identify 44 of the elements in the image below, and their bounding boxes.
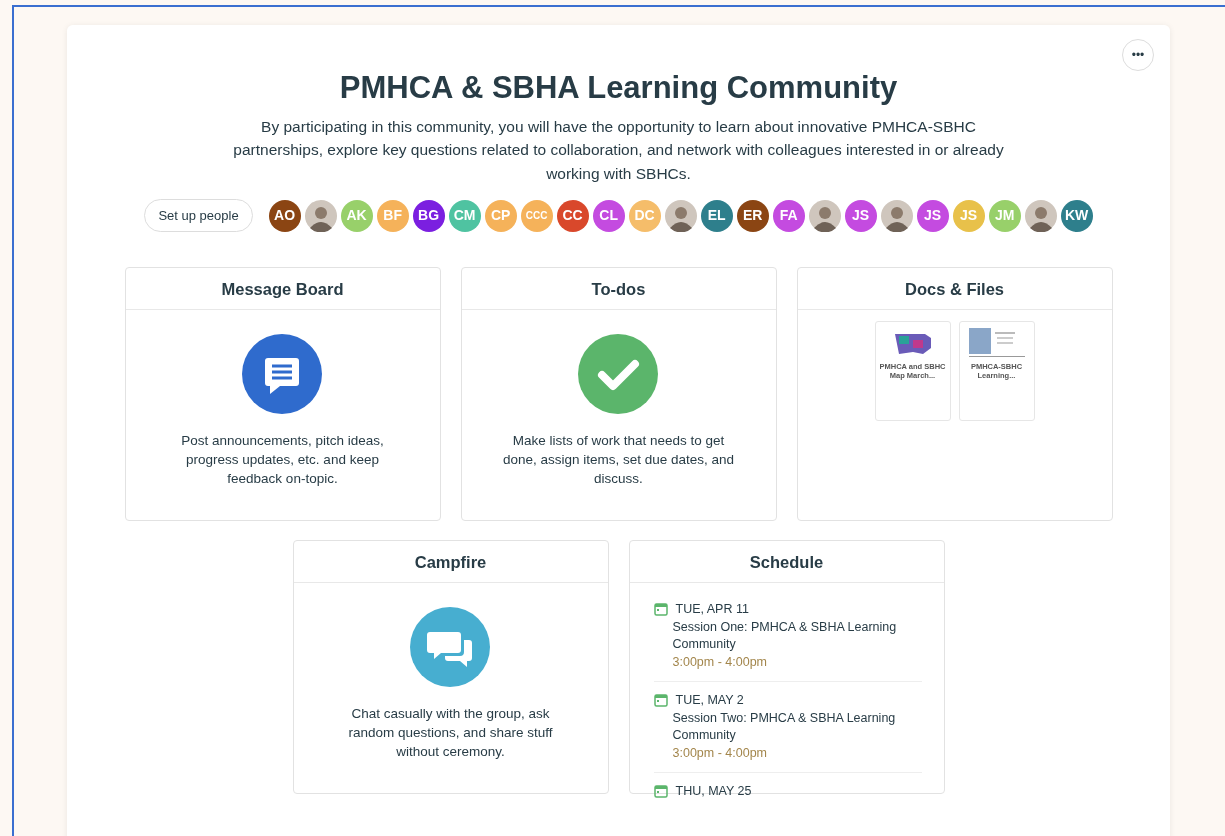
avatar[interactable]: CC bbox=[556, 199, 589, 232]
avatar[interactable]: JS bbox=[844, 199, 877, 232]
calendar-icon bbox=[653, 785, 668, 799]
avatar[interactable]: KW bbox=[1060, 199, 1093, 232]
set-up-people-button[interactable]: Set up people bbox=[144, 198, 253, 233]
avatar-photo[interactable] bbox=[664, 199, 697, 232]
checkmark-icon bbox=[577, 334, 660, 417]
project-title: PMHCA & SBHA Learning Community bbox=[338, 69, 899, 107]
avatar[interactable]: CL bbox=[592, 199, 625, 232]
calendar-icon bbox=[653, 603, 668, 617]
card-description: Post announcements, pitch ideas, progress updates, etc. and keep feedback on-topic. bbox=[180, 432, 385, 488]
avatar[interactable]: JS bbox=[916, 199, 949, 232]
event-title[interactable]: Session Two: PMHCA & SBHA Learning Community bbox=[653, 709, 922, 745]
tool-card[interactable]: Campfire Chat casually with the group, ask random questions, and share stuff without ceremony. bbox=[292, 540, 609, 795]
tool-card[interactable]: Schedule TUE, APR 11 Session One: PMHCA & SBHA Learning Community 3:00pm - 4:00pm TUE, MAY 2 Session Two: PMHCA & SBHA Learning Community 3:00pm - 4:00pm THU, MAY 25 bbox=[628, 540, 945, 795]
card-description: Chat casually with the group, ask random questions, and share stuff without ceremony. bbox=[347, 705, 554, 761]
project-description: By participating in this community, you will have the opportunity to learn about innovative PMHCA-SBHC partnerships, explore key questions related to collaboration, and network with colleagues interested in or already working with SBHCs. bbox=[232, 117, 1005, 184]
avatar-photo[interactable] bbox=[1024, 199, 1057, 232]
card-title[interactable]: Campfire bbox=[293, 541, 608, 584]
speech-bubble-icon bbox=[241, 334, 324, 417]
card-title[interactable]: To-dos bbox=[461, 268, 776, 311]
event-time: 3:00pm - 4:00pm bbox=[671, 653, 768, 671]
event-date: TUE, APR 11 bbox=[675, 601, 749, 619]
avatar[interactable]: EL bbox=[700, 199, 733, 232]
avatar-photo[interactable] bbox=[304, 199, 337, 232]
avatar[interactable]: BG bbox=[412, 199, 445, 232]
chat-bubbles-icon bbox=[409, 607, 492, 690]
card-title[interactable]: Docs & Files bbox=[797, 268, 1112, 311]
avatar[interactable]: FA bbox=[772, 199, 805, 232]
tool-card[interactable]: To-dos Make lists of work that needs to get done, assign items, set due dates, and discuss. bbox=[460, 267, 777, 522]
event-time: 3:00pm - 4:00pm bbox=[671, 744, 768, 762]
document-thumbnail-icon bbox=[968, 328, 1025, 359]
avatar-photo[interactable] bbox=[808, 199, 841, 232]
event-date: TUE, MAY 2 bbox=[675, 692, 744, 710]
avatar-photo[interactable] bbox=[880, 199, 913, 232]
card-description: Make lists of work that needs to get done, assign items, set due dates, and discuss. bbox=[501, 432, 736, 488]
event-title[interactable]: Session One: PMHCA & SBHA Learning Community bbox=[653, 618, 922, 654]
card-title[interactable]: Message Board bbox=[125, 268, 440, 311]
card-title[interactable]: Schedule bbox=[629, 541, 944, 584]
tool-card[interactable]: Message Board Post announcements, pitch ideas, progress updates, etc. and keep feedback on-topic. bbox=[124, 267, 441, 522]
more-menu-button[interactable]: ••• bbox=[1122, 39, 1154, 71]
calendar-icon bbox=[653, 694, 668, 708]
avatar[interactable]: ER bbox=[736, 199, 769, 232]
avatar[interactable]: AO bbox=[268, 199, 301, 232]
